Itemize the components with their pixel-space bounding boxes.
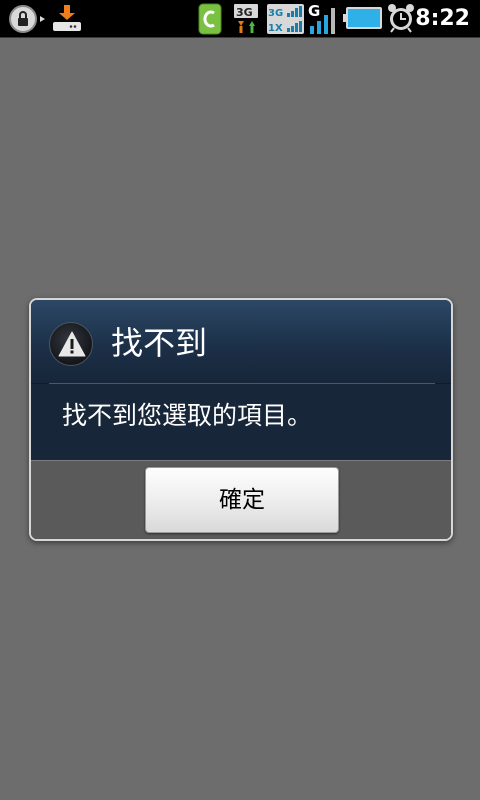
status-bar: 3G 3G 1X G 8:22 [0,0,480,38]
alert-dialog: 找不到 找不到您選取的項目。 確定 [29,298,453,541]
svg-text:G: G [308,2,320,20]
alarm-clock-icon [387,3,415,37]
dialog-header: 找不到 [31,300,451,383]
svg-text:3G: 3G [236,6,253,19]
ok-button[interactable]: 確定 [145,467,339,533]
c-app-icon [198,3,222,39]
dialog-footer: 確定 [31,460,451,539]
3g-data-icon: 3G [233,3,263,39]
svg-text:3G: 3G [268,8,283,19]
dialog-title: 找不到 [111,324,208,362]
dialog-message: 找不到您選取的項目。 [62,401,313,430]
battery-icon [343,6,383,34]
lock-icon [8,4,46,38]
dialog-body: 找不到您選取的項目。 [31,384,451,460]
warning-icon [49,322,93,366]
download-icon [52,3,82,37]
svg-text:1X: 1X [268,23,283,34]
status-time: 8:22 [415,6,470,31]
3g-1x-signal-icon: 3G 1X [267,3,305,39]
g-signal-icon: G [308,2,340,40]
